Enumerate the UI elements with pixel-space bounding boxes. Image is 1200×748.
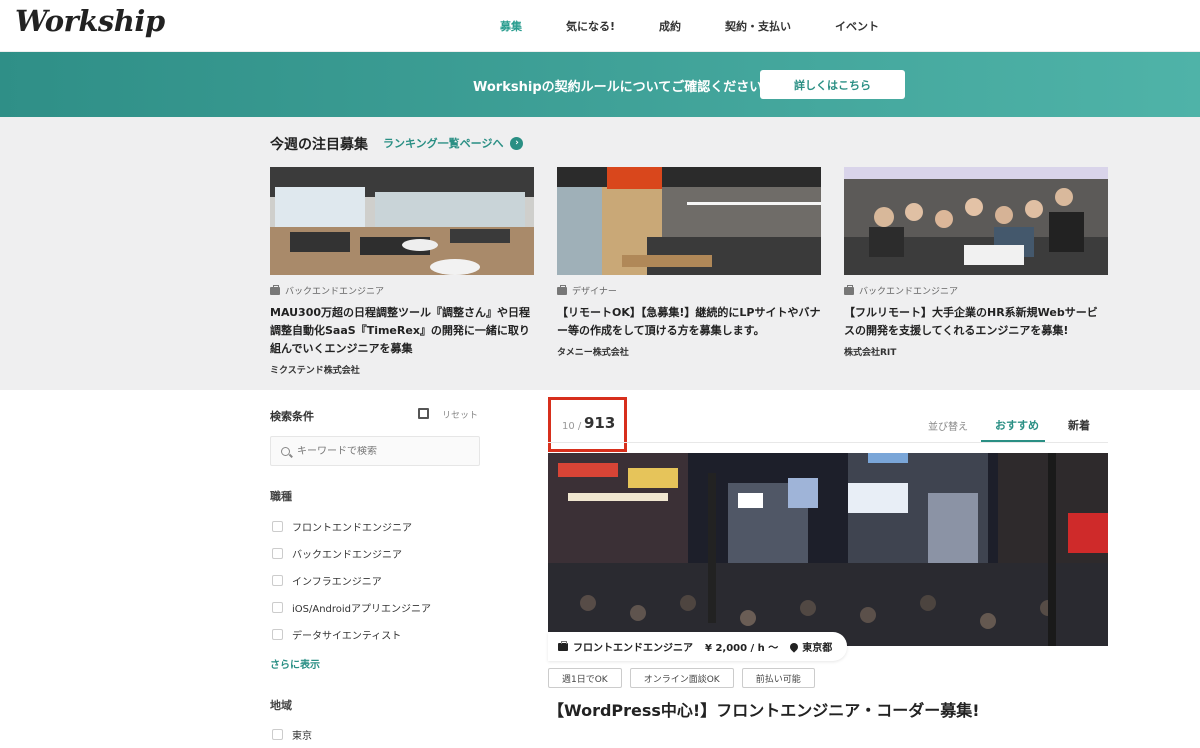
job-tag: 週1日でOK <box>548 668 622 688</box>
job-type-option-label: バックエンドエンジニア <box>292 550 402 561</box>
job-type-backend[interactable]: バックエンドエンジニア <box>270 540 480 567</box>
keyword-search-input[interactable] <box>297 445 467 457</box>
show-more-link[interactable]: さらに表示 <box>270 656 480 671</box>
ranking-link[interactable]: ランキング一覧ページへ › <box>383 135 524 151</box>
card-company: 株式会社RIT <box>844 348 897 358</box>
result-shown-count: 10 / <box>562 421 582 432</box>
job-type-data-scientist[interactable]: データサイエンティスト <box>270 621 480 648</box>
main-nav: 募集 気になる! 成約 契約・支払い イベント <box>500 0 923 52</box>
featured-title: 今週の注目募集 <box>270 137 368 153</box>
job-type-mobile[interactable]: iOS/Androidアプリエンジニア <box>270 594 480 621</box>
job-type-option-label: インフラエンジニア <box>292 577 382 588</box>
featured-cards: バックエンドエンジニア MAU300万超の日程調整ツール『調整さん』や日程調整自… <box>270 167 1131 376</box>
card-company: タメニー株式会社 <box>557 348 629 358</box>
job-type-infra[interactable]: インフラエンジニア <box>270 567 480 594</box>
card-category: バックエンドエンジニア <box>270 284 534 297</box>
job-category-label: フロントエンドエンジニア <box>573 643 693 654</box>
nav-contracts[interactable]: 成約 <box>659 18 681 34</box>
checkbox[interactable] <box>272 602 283 613</box>
job-type-frontend[interactable]: フロントエンドエンジニア <box>270 513 480 540</box>
checkbox[interactable] <box>272 521 283 532</box>
job-title[interactable]: 【WordPress中心!】フロントエンジニア・コーダー募集! <box>548 697 980 721</box>
checkbox[interactable] <box>272 575 283 586</box>
details-button[interactable]: 詳しくはこちら <box>760 70 905 99</box>
result-count-highlight: 10 / 913 <box>548 397 627 452</box>
keyword-search-box <box>270 436 480 466</box>
sort-label: 並び替え <box>928 422 968 433</box>
briefcase-icon <box>558 640 568 651</box>
job-type-label: 職種 <box>270 490 292 503</box>
job-location: 東京都 <box>788 639 833 654</box>
tab-newest[interactable]: 新着 <box>1068 417 1090 433</box>
workship-logo[interactable]: Workship <box>15 4 165 38</box>
result-total-count: 913 <box>584 414 616 432</box>
team-photo <box>844 167 1108 275</box>
job-tag: オンライン面談OK <box>629 668 734 688</box>
contract-rule-banner: Workshipの契約ルールについてご確認ください! 詳しくはこちら <box>0 52 1200 117</box>
tab-recommended[interactable]: おすすめ <box>995 417 1039 433</box>
featured-card[interactable]: バックエンドエンジニア MAU300万超の日程調整ツール『調整さん』や日程調整自… <box>270 167 534 376</box>
card-category-label: デザイナー <box>572 287 617 297</box>
arrow-right-icon: › <box>510 136 524 150</box>
office-photo <box>270 167 534 275</box>
card-category-label: バックエンドエンジニア <box>859 287 959 297</box>
job-type-option-label: データサイエンティスト <box>292 631 402 642</box>
job-tags: 週1日でOK オンライン面談OK 前払い可能 <box>548 668 823 688</box>
job-category: フロントエンドエンジニア <box>558 639 693 654</box>
card-category: デザイナー <box>557 284 821 297</box>
card-title: 【リモートOK】【急募集!】継続的にLPサイトやバナー等の作成をして頂ける方を募… <box>557 306 821 337</box>
shibuya-crossing-photo[interactable] <box>548 453 1108 646</box>
nav-events[interactable]: イベント <box>835 18 879 34</box>
header: Workship 募集 気になる! 成約 契約・支払い イベント <box>0 0 1200 52</box>
search-conditions-header: 検索条件 リセット <box>270 390 480 436</box>
search-sidebar: 検索条件 リセット 職種 フロントエンドエンジニア バックエンドエンジニア イン… <box>270 390 480 748</box>
reset-icon[interactable] <box>418 408 429 419</box>
job-rate: ¥ 2,000 / h 〜 <box>705 643 779 654</box>
briefcase-icon <box>270 284 280 295</box>
nav-payments[interactable]: 契約・支払い <box>725 18 791 34</box>
job-tag: 前払い可能 <box>741 668 815 688</box>
card-company: ミクステンド株式会社 <box>270 366 360 376</box>
region-option-label: 東京 <box>292 731 312 742</box>
job-type-option-label: iOS/Androidアプリエンジニア <box>292 604 432 615</box>
featured-card[interactable]: デザイナー 【リモートOK】【急募集!】継続的にLPサイトやバナー等の作成をして… <box>557 167 821 376</box>
job-type-list: フロントエンドエンジニア バックエンドエンジニア インフラエンジニア iOS/A… <box>270 513 480 648</box>
card-category-label: バックエンドエンジニア <box>285 287 385 297</box>
featured-card[interactable]: バックエンドエンジニア 【フルリモート】大手企業のHR系新規Webサービスの開発… <box>844 167 1108 376</box>
briefcase-icon <box>844 284 854 295</box>
card-title: MAU300万超の日程調整ツール『調整さん』や日程調整自動化SaaS『TimeR… <box>270 306 531 355</box>
banner-text: Workshipの契約ルールについてご確認ください! <box>473 80 769 95</box>
checkbox[interactable] <box>272 629 283 640</box>
region-tokyo[interactable]: 東京 <box>270 721 480 748</box>
featured-section: 今週の注目募集 ランキング一覧ページへ › バックエンドエンジニア MAU300… <box>0 117 1200 390</box>
search-conditions-title: 検索条件 <box>270 410 314 423</box>
reset-link[interactable]: リセット <box>442 408 478 421</box>
card-category: バックエンドエンジニア <box>844 284 1108 297</box>
region-label: 地域 <box>270 699 292 712</box>
checkbox[interactable] <box>272 548 283 559</box>
card-title: 【フルリモート】大手企業のHR系新規Webサービスの開発を支援してくれるエンジニ… <box>844 306 1098 337</box>
nav-favorites[interactable]: 気になる! <box>566 18 615 34</box>
restaurant-photo <box>557 167 821 275</box>
job-location-label: 東京都 <box>802 643 833 654</box>
job-meta-pill: フロントエンドエンジニア ¥ 2,000 / h 〜 東京都 <box>548 632 848 661</box>
job-type-option-label: フロントエンドエンジニア <box>292 523 412 534</box>
divider <box>548 442 1108 443</box>
search-icon <box>281 446 290 456</box>
briefcase-icon <box>557 284 567 295</box>
ranking-link-label: ランキング一覧ページへ <box>383 137 504 150</box>
nav-recruit[interactable]: 募集 <box>500 18 522 34</box>
location-pin-icon <box>788 640 800 653</box>
